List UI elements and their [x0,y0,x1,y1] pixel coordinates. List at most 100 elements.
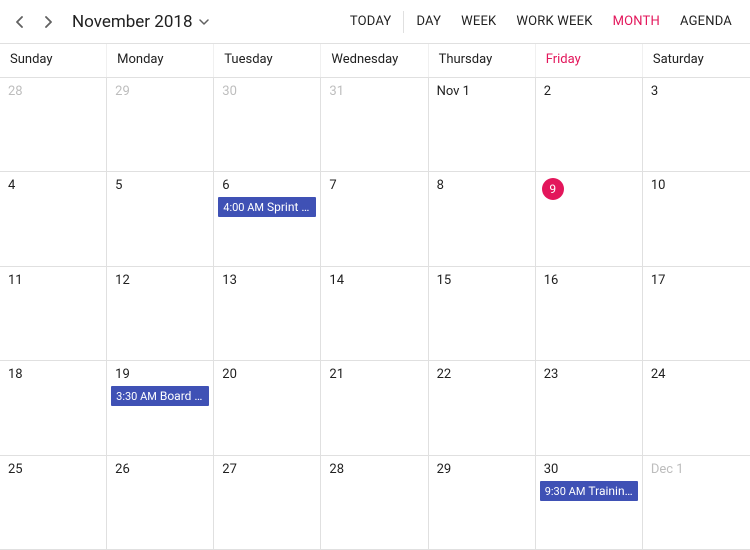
calendar-cell[interactable]: 13 [214,267,321,361]
calendar-cell[interactable]: 6 4:00 AMSprint … [214,172,321,266]
calendar-cell[interactable]: 27 [214,456,321,550]
calendar-cell[interactable]: 20 [214,361,321,455]
calendar-cell[interactable]: 31 [321,78,428,172]
today-indicator: 9 [542,178,564,200]
event-title: Sprint … [267,200,309,214]
date-number: 20 [218,367,237,382]
calendar-cell[interactable]: 30 [214,78,321,172]
date-number: 15 [433,273,452,288]
calendar-cell[interactable]: 12 [107,267,214,361]
calendar-cell[interactable]: 19 3:30 AMBoard … [107,361,214,455]
date-number: 13 [218,273,237,288]
date-number: 23 [540,367,559,382]
date-number: 12 [111,273,130,288]
date-number: 22 [433,367,452,382]
calendar-cell[interactable]: 14 [321,267,428,361]
date-number: 2 [540,84,551,99]
calendar-cell[interactable]: 10 [643,172,750,266]
toolbar-title: November 2018 [72,12,193,32]
month-grid: 28293031Nov 1234564:00 AMSprint …7891011… [0,78,750,550]
calendar-cell[interactable]: 21 [321,361,428,455]
toolbar-separator [403,11,404,33]
calendar-event[interactable]: 9:30 AMTrainin… [540,481,638,501]
calendar-cell[interactable]: 9 [536,172,643,266]
view-agenda-button[interactable]: AGENDA [670,0,742,44]
calendar-cell[interactable]: 4 [0,172,107,266]
calendar-cell[interactable]: 18 [0,361,107,455]
date-number: 7 [325,178,336,193]
date-number: 31 [325,84,344,99]
calendar-cell[interactable]: 25 [0,456,107,550]
date-range-picker[interactable]: November 2018 [72,12,209,32]
event-time: 4:00 AM [223,201,264,214]
view-workweek-button[interactable]: WORK WEEK [506,0,602,44]
day-header-cell: Saturday [643,44,750,77]
date-number: 19 [111,367,130,382]
date-number: 18 [4,367,23,382]
calendar-cell[interactable]: Nov 1 [429,78,536,172]
calendar-cell[interactable]: Dec 1 [643,456,750,550]
date-number: 14 [325,273,344,288]
prev-button[interactable] [8,11,30,33]
next-button[interactable] [38,11,60,33]
day-header-cell: Thursday [429,44,536,77]
event-title: Board … [160,389,203,403]
calendar-toolbar: November 2018 TODAY DAYWEEKWORK WEEKMONT… [0,0,750,44]
calendar-cell[interactable]: 22 [429,361,536,455]
calendar-cell[interactable]: 7 [321,172,428,266]
nav-arrows [8,11,60,33]
date-number: 3 [647,84,658,99]
date-number: Dec 1 [647,462,684,477]
calendar-cell[interactable]: 23 [536,361,643,455]
calendar-cell[interactable]: 17 [643,267,750,361]
day-header-cell: Friday [536,44,643,77]
date-number: 24 [647,367,666,382]
calendar-cell[interactable]: 11 [0,267,107,361]
view-day-button[interactable]: DAY [406,0,451,44]
date-number: 28 [325,462,344,477]
calendar-cell[interactable]: 29 [429,456,536,550]
date-number: 26 [111,462,130,477]
view-week-button[interactable]: WEEK [451,0,506,44]
date-number: 27 [218,462,237,477]
date-number: 16 [540,273,559,288]
date-number: 5 [111,178,122,193]
day-header-cell: Sunday [0,44,107,77]
today-button[interactable]: TODAY [340,0,402,44]
event-title: Trainin… [588,484,632,498]
day-header-cell: Monday [107,44,214,77]
chevron-right-icon [45,16,53,28]
calendar-cell[interactable]: 2 [536,78,643,172]
date-number: 30 [540,462,559,477]
date-number: Nov 1 [433,84,470,99]
calendar-cell[interactable]: 29 [107,78,214,172]
calendar-cell[interactable]: 3 [643,78,750,172]
view-switcher: TODAY DAYWEEKWORK WEEKMONTHAGENDA [340,0,742,44]
calendar-cell[interactable]: 26 [107,456,214,550]
chevron-left-icon [15,16,23,28]
calendar-cell[interactable]: 15 [429,267,536,361]
date-number: 4 [4,178,15,193]
date-number: 28 [4,84,23,99]
calendar-event[interactable]: 3:30 AMBoard … [111,386,209,406]
calendar-cell[interactable]: 16 [536,267,643,361]
calendar-cell[interactable]: 28 [0,78,107,172]
calendar-cell[interactable]: 24 [643,361,750,455]
day-header-cell: Wednesday [321,44,428,77]
date-number: 29 [433,462,452,477]
date-number: 29 [111,84,130,99]
date-number: 6 [218,178,229,193]
date-number: 30 [218,84,237,99]
calendar-cell[interactable]: 28 [321,456,428,550]
calendar-cell[interactable]: 5 [107,172,214,266]
date-number: 11 [4,273,23,288]
date-number: 10 [647,178,666,193]
calendar-cell[interactable]: 8 [429,172,536,266]
event-time: 3:30 AM [116,390,157,403]
day-header-row: SundayMondayTuesdayWednesdayThursdayFrid… [0,44,750,78]
view-month-button[interactable]: MONTH [603,0,670,44]
calendar-event[interactable]: 4:00 AMSprint … [218,197,316,217]
calendar-cell[interactable]: 30 9:30 AMTrainin… [536,456,643,550]
day-header-cell: Tuesday [214,44,321,77]
event-time: 9:30 AM [545,485,586,498]
